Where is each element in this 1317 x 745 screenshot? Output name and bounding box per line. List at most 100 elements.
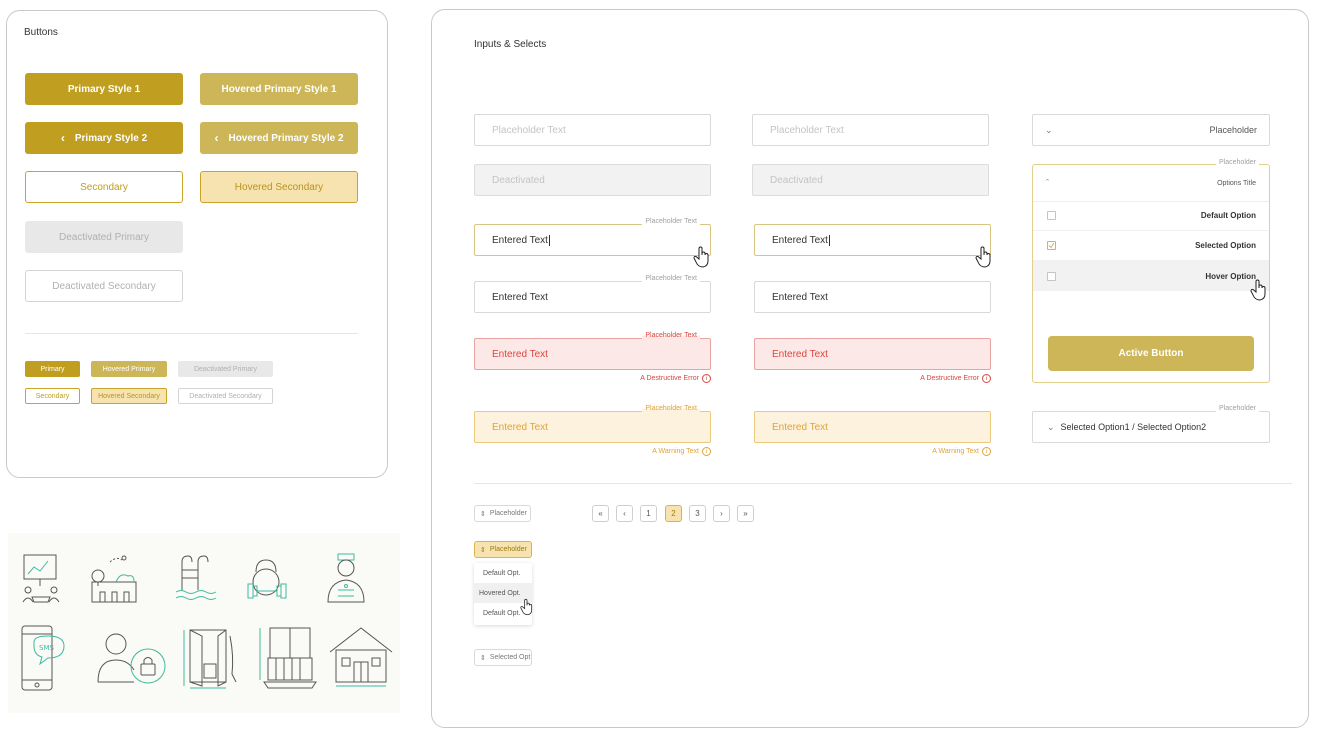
- input-value: Entered Text: [772, 348, 828, 360]
- page-button-3[interactable]: 3: [689, 505, 706, 522]
- staff-member-icon: [327, 553, 365, 603]
- prev-page-button[interactable]: ‹: [616, 505, 633, 522]
- text-input-warning[interactable]: Placeholder Text Entered Text: [474, 405, 711, 443]
- text-input-filled[interactable]: Placeholder Text Entered Text: [474, 275, 711, 313]
- text-input-error[interactable]: Placeholder Text Entered Text: [474, 332, 711, 370]
- mini-select[interactable]: ⇕ Placeholder: [474, 505, 531, 522]
- info-icon: i: [702, 447, 711, 456]
- primary-style-2-label: Primary Style 2: [74, 132, 148, 144]
- presentation-icon: [22, 554, 60, 603]
- hovered-secondary-button[interactable]: Hovered Secondary: [200, 171, 358, 203]
- text-input-active[interactable]: Placeholder Text Entered Text: [474, 218, 711, 256]
- text-input-empty-2[interactable]: Placeholder Text: [752, 114, 989, 146]
- small-deactivated-primary-button: Deactivated Primary: [178, 361, 273, 377]
- last-page-button[interactable]: »: [737, 505, 754, 522]
- dropdown-option-hover[interactable]: Hover Option: [1033, 261, 1269, 291]
- buttons-title: Buttons: [24, 27, 58, 38]
- input-value: Entered Text: [492, 421, 548, 433]
- mini-option[interactable]: Default Opt.: [474, 563, 532, 583]
- user-lock-icon: [97, 633, 166, 684]
- text-input-filled-2[interactable]: Entered Text: [754, 281, 991, 313]
- primary-style-1-label: Primary Style 1: [67, 83, 141, 95]
- inputs-panel: Inputs & Selects Placeholder Text Deacti…: [431, 9, 1309, 728]
- small-primary-label: Primary: [40, 365, 65, 373]
- page-button-1[interactable]: 1: [640, 505, 657, 522]
- error-hint: A Destructive Error i: [608, 374, 711, 383]
- warning-hint: A Warning Text i: [608, 447, 711, 456]
- text-input-deactivated: Deactivated: [474, 164, 711, 196]
- mini-select-active[interactable]: ⇕ Placeholder: [474, 541, 532, 558]
- checkbox-checked-icon[interactable]: [1047, 241, 1056, 250]
- small-primary-button[interactable]: Primary: [25, 361, 80, 377]
- warning-hint-text: A Warning Text: [652, 448, 699, 455]
- checkbox-icon[interactable]: [1047, 271, 1056, 281]
- deactivated-secondary-label: Deactivated Secondary: [52, 280, 156, 292]
- inputs-title: Inputs & Selects: [474, 39, 547, 50]
- options-title: Options Title: [1217, 179, 1256, 187]
- input-value: Entered Text: [492, 348, 548, 360]
- hand-cursor-icon: [693, 246, 709, 268]
- floating-label: Placeholder Text: [642, 275, 700, 282]
- select-closed[interactable]: ⌄ Placeholder: [1032, 114, 1270, 146]
- select-multi-value: Selected Option1 / Selected Option2: [1060, 422, 1207, 432]
- hovered-primary-style-1-button[interactable]: Hovered Primary Style 1: [200, 73, 358, 105]
- active-button-label: Active Button: [1118, 348, 1184, 359]
- deactivated-primary-button: Deactivated Primary: [25, 221, 183, 253]
- info-icon: i: [982, 374, 991, 383]
- warning-hint-2: A Warning Text i: [888, 447, 991, 456]
- sort-icon: ⇕: [480, 546, 486, 554]
- hand-cursor-icon: [975, 246, 991, 268]
- pool-ladder-icon: [175, 555, 217, 600]
- first-page-button[interactable]: «: [592, 505, 609, 522]
- mini-select-selected[interactable]: ⇕ Selected Opt: [474, 649, 532, 666]
- info-icon: i: [982, 447, 991, 456]
- dropdown-option[interactable]: Default Option: [1033, 201, 1269, 231]
- buttons-divider: [25, 333, 358, 334]
- house-tree-icon: [91, 555, 137, 603]
- chevron-down-icon: ⌄: [1047, 421, 1055, 432]
- secondary-button[interactable]: Secondary: [25, 171, 183, 203]
- text-input-active-2[interactable]: Entered Text: [754, 224, 991, 256]
- sort-icon: ⇕: [480, 510, 486, 518]
- dropdown-option-selected[interactable]: Selected Option: [1033, 231, 1269, 261]
- error-hint-text: A Destructive Error: [640, 375, 699, 382]
- small-deactivated-secondary-label: Deactivated Secondary: [189, 392, 262, 400]
- floating-label: Placeholder Text: [642, 405, 700, 412]
- option-label: Selected Option: [1195, 241, 1256, 250]
- checkbox-icon[interactable]: [1047, 211, 1056, 220]
- input-deactivated-text: Deactivated: [492, 174, 545, 186]
- page-button-2-current[interactable]: 2: [665, 505, 682, 522]
- hovered-secondary-label: Hovered Secondary: [234, 181, 324, 193]
- active-button[interactable]: Active Button: [1048, 336, 1254, 371]
- floating-label: Placeholder Text: [642, 218, 700, 225]
- select-dropdown-open[interactable]: Placeholder ˆ Options Title Default Opti…: [1032, 159, 1270, 383]
- svg-text:SMS: SMS: [39, 644, 54, 652]
- hand-cursor-icon: [1250, 279, 1266, 301]
- option-label: Default Option: [1200, 211, 1256, 220]
- text-input-error-2[interactable]: Entered Text: [754, 338, 991, 370]
- small-hovered-secondary-button[interactable]: Hovered Secondary: [91, 388, 167, 404]
- dropdown-header[interactable]: ˆ Options Title: [1033, 165, 1269, 201]
- input-value: Entered Text: [492, 291, 548, 303]
- hand-cursor-icon: [520, 598, 533, 616]
- hovered-primary-style-2-button[interactable]: ‹ Hovered Primary Style 2: [200, 122, 358, 154]
- chevron-up-icon: ˆ: [1046, 178, 1049, 188]
- select-multi[interactable]: Placeholder ⌄ Selected Option1 / Selecte…: [1032, 405, 1270, 443]
- next-page-button[interactable]: ›: [713, 505, 730, 522]
- small-hovered-primary-button[interactable]: Hovered Primary: [91, 361, 167, 377]
- primary-style-2-button[interactable]: ‹ Primary Style 2: [25, 122, 183, 154]
- text-input-empty[interactable]: Placeholder Text: [474, 114, 711, 146]
- small-secondary-button[interactable]: Secondary: [25, 388, 80, 404]
- deactivated-secondary-button: Deactivated Secondary: [25, 270, 183, 302]
- input-placeholder: Placeholder Text: [770, 124, 844, 136]
- text-input-warning-2[interactable]: Entered Text: [754, 411, 991, 443]
- kettlebell-dumbbell-icon: [247, 559, 287, 599]
- sort-icon: ⇕: [480, 654, 486, 662]
- small-hovered-primary-label: Hovered Primary: [102, 365, 156, 373]
- error-hint-text: A Destructive Error: [920, 375, 979, 382]
- hovered-primary-style-2-label: Hovered Primary Style 2: [228, 132, 344, 144]
- primary-style-1-button[interactable]: Primary Style 1: [25, 73, 183, 105]
- warning-hint-text: A Warning Text: [932, 448, 979, 455]
- house-icon: [329, 627, 393, 687]
- inputs-divider: [474, 483, 1292, 484]
